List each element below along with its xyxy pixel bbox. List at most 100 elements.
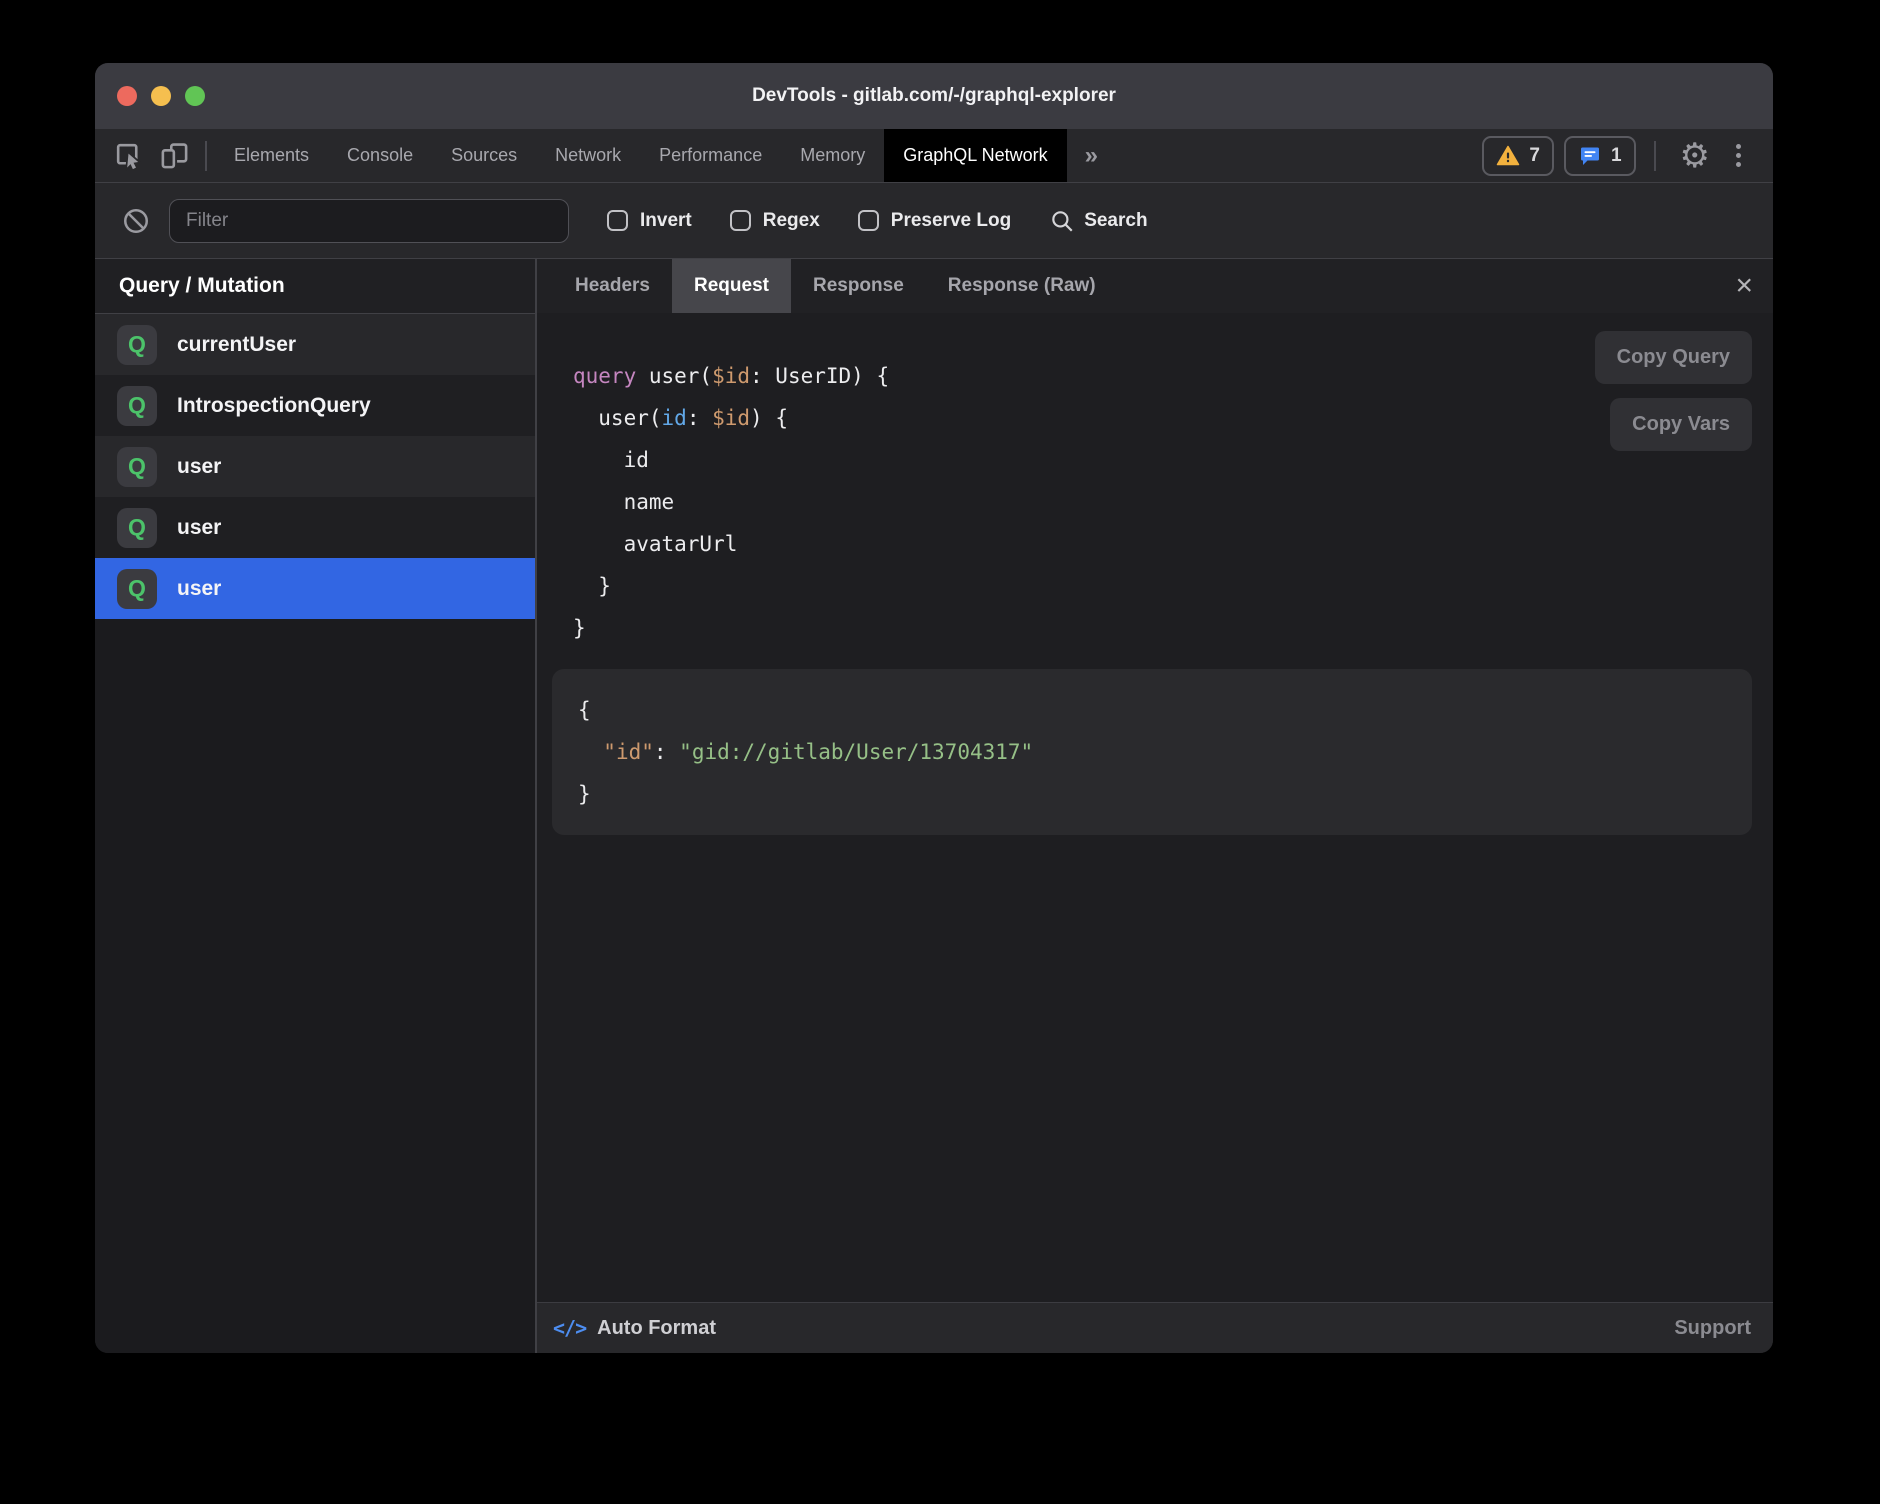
checkbox-box-preserve-log[interactable] <box>858 210 879 231</box>
search-icon <box>1049 208 1075 234</box>
tab-memory[interactable]: Memory <box>781 129 884 182</box>
zoom-window-button[interactable] <box>185 86 205 106</box>
warning-icon <box>1496 144 1520 168</box>
search-label: Search <box>1084 210 1147 232</box>
code-token: user( <box>636 364 712 388</box>
toolbar-separator <box>205 141 207 171</box>
devtools-toolbar: ElementsConsoleSourcesNetworkPerformance… <box>95 129 1773 183</box>
tab-sources[interactable]: Sources <box>432 129 536 182</box>
title-bar: DevTools - gitlab.com/-/graphql-explorer <box>95 63 1773 129</box>
list-item-introspectionquery-1[interactable]: Q IntrospectionQuery <box>95 375 535 436</box>
checkbox-invert[interactable]: Invert <box>607 210 692 232</box>
tab-response[interactable]: Response <box>791 259 926 313</box>
query-name-label: user <box>177 516 221 540</box>
tab-performance[interactable]: Performance <box>640 129 781 182</box>
code-line: id <box>573 439 1773 481</box>
code-format-icon: </> <box>553 1316 586 1340</box>
code-line: user(id: $id) { <box>573 397 1773 439</box>
filter-bar: Invert Regex Preserve Log Search <box>95 183 1773 259</box>
code-token: "gid://gitlab/User/13704317" <box>679 740 1033 764</box>
issues-button[interactable]: 1 <box>1564 136 1636 176</box>
list-item-user-2[interactable]: Quser <box>95 436 535 497</box>
support-link[interactable]: Support <box>1674 1317 1751 1340</box>
tab-headers[interactable]: Headers <box>553 259 672 313</box>
tab-request[interactable]: Request <box>672 259 791 313</box>
settings-gear-icon[interactable]: ⚙ <box>1674 139 1716 173</box>
minimize-window-button[interactable] <box>151 86 171 106</box>
query-type-badge: Q <box>117 325 157 365</box>
code-token: : <box>687 406 712 430</box>
tab-network[interactable]: Network <box>536 129 640 182</box>
tab-console[interactable]: Console <box>328 129 432 182</box>
auto-format-button[interactable]: Auto Format <box>597 1317 716 1340</box>
traffic-lights <box>117 63 205 129</box>
code-token: } <box>573 616 586 640</box>
devtools-window: DevTools - gitlab.com/-/graphql-explorer… <box>95 63 1773 1353</box>
code-token: : UserID) { <box>750 364 889 388</box>
query-list: QcurrentUserQIntrospectionQueryQuserQuse… <box>95 314 535 619</box>
code-token: } <box>578 782 591 806</box>
code-line: { <box>578 689 1726 731</box>
list-item-user-4[interactable]: Quser <box>95 558 535 619</box>
request-panel-body: Copy Query Copy Vars query user($id: Use… <box>537 313 1773 1302</box>
code-token: } <box>573 574 611 598</box>
copy-buttons: Copy Query Copy Vars <box>1595 331 1752 451</box>
copy-query-button[interactable]: Copy Query <box>1595 331 1752 384</box>
filter-input[interactable] <box>169 199 569 243</box>
kebab-menu-icon[interactable] <box>1726 144 1751 167</box>
panel-footer: </> Auto Format Support <box>537 1302 1773 1353</box>
code-token: $id <box>712 364 750 388</box>
detail-panel: HeadersRequestResponseResponse (Raw) × Co… <box>537 259 1773 1353</box>
toggle-device-toolbar-button[interactable] <box>151 129 197 182</box>
warnings-button[interactable]: 7 <box>1482 136 1554 176</box>
toolbar-separator <box>1654 141 1656 171</box>
checkbox-box-regex[interactable] <box>730 210 751 231</box>
graphql-variables-box: { "id": "gid://gitlab/User/13704317"} <box>552 669 1752 835</box>
tab-response-raw[interactable]: Response (Raw) <box>926 259 1118 313</box>
message-bubble-icon <box>1578 144 1602 168</box>
devtools-tabs: ElementsConsoleSourcesNetworkPerformance… <box>215 129 1067 182</box>
code-token: query <box>573 364 636 388</box>
code-line: } <box>578 773 1726 815</box>
window-title: DevTools - gitlab.com/-/graphql-explorer <box>95 85 1773 107</box>
code-line: "id": "gid://gitlab/User/13704317" <box>578 731 1726 773</box>
checkbox-preserve-log[interactable]: Preserve Log <box>858 210 1011 232</box>
code-token: $id <box>712 406 750 430</box>
query-name-label: currentUser <box>177 333 296 357</box>
tab-elements[interactable]: Elements <box>215 129 328 182</box>
code-line: name <box>573 481 1773 523</box>
device-toolbar-icon <box>159 140 190 171</box>
tab-graphql-network[interactable]: GraphQL Network <box>884 129 1066 182</box>
query-type-badge: Q <box>117 386 157 426</box>
close-window-button[interactable] <box>117 86 137 106</box>
graphql-query-code: query user($id: UserID) { user(id: $id) … <box>573 355 1773 649</box>
checkbox-label-preserve-log: Preserve Log <box>891 210 1011 232</box>
code-token: id <box>662 406 687 430</box>
checkbox-box-invert[interactable] <box>607 210 628 231</box>
sidebar-header: Query / Mutation <box>95 259 535 314</box>
copy-vars-button[interactable]: Copy Vars <box>1610 398 1752 451</box>
query-type-badge: Q <box>117 447 157 487</box>
more-tabs-button[interactable]: » <box>1067 129 1116 182</box>
code-line: avatarUrl <box>573 523 1773 565</box>
list-item-user-3[interactable]: Quser <box>95 497 535 558</box>
code-token: : <box>654 740 679 764</box>
code-token <box>578 740 603 764</box>
chevron-double-right-icon: » <box>1085 142 1098 170</box>
filter-checkboxes: Invert Regex Preserve Log <box>569 210 1011 232</box>
code-token: "id" <box>603 740 654 764</box>
query-name-label: IntrospectionQuery <box>177 394 371 418</box>
code-token: id <box>573 448 649 472</box>
code-token: { <box>578 698 591 722</box>
query-type-badge: Q <box>117 569 157 609</box>
checkbox-label-invert: Invert <box>640 210 692 232</box>
block-clear-icon[interactable] <box>121 206 151 236</box>
list-item-currentuser-0[interactable]: QcurrentUser <box>95 314 535 375</box>
close-panel-icon[interactable]: × <box>1735 271 1753 301</box>
query-sidebar: Query / Mutation QcurrentUserQIntrospect… <box>95 259 535 1353</box>
toolbar-right-controls: 7 1 ⚙ <box>1482 129 1773 182</box>
message-count: 1 <box>1611 145 1622 167</box>
checkbox-regex[interactable]: Regex <box>730 210 820 232</box>
inspect-element-button[interactable] <box>105 129 151 182</box>
search-button[interactable]: Search <box>1049 208 1147 234</box>
